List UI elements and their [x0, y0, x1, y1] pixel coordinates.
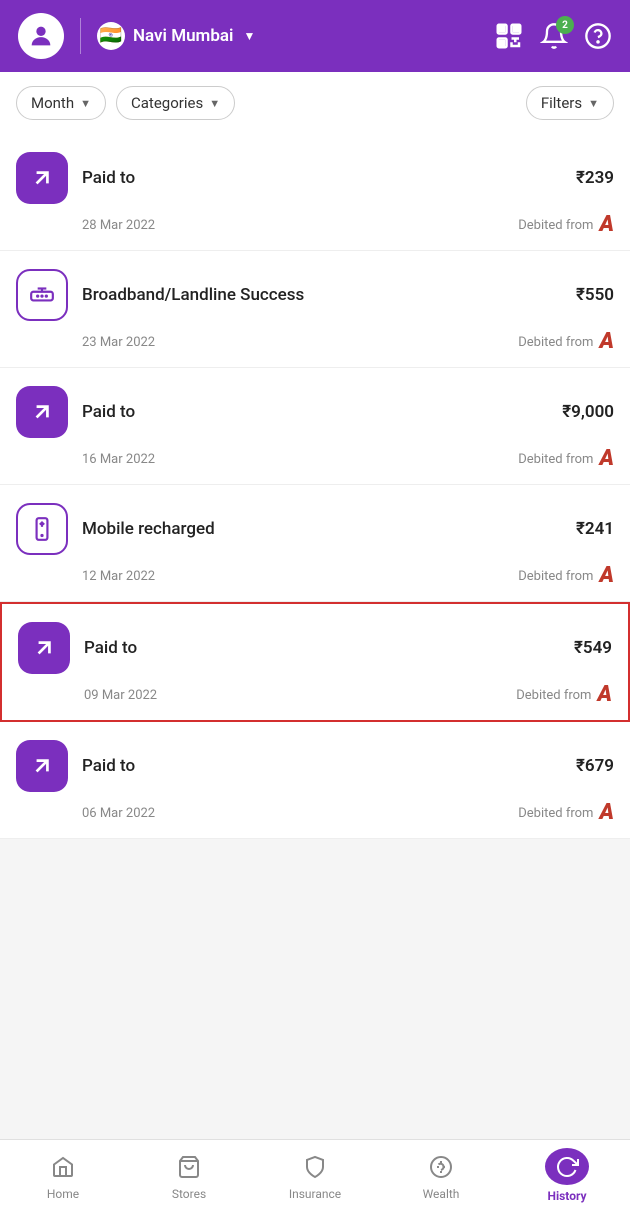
categories-filter[interactable]: Categories ▼	[116, 86, 235, 120]
header-divider	[80, 18, 81, 54]
nav-label-home: Home	[47, 1187, 79, 1201]
debit-label: Debited from	[516, 688, 591, 703]
transaction-date: 09 Mar 2022	[84, 688, 157, 703]
transaction-date: 28 Mar 2022	[82, 218, 155, 233]
debit-label: Debited from	[518, 218, 593, 233]
month-label: Month	[31, 94, 74, 112]
bank-logo: A	[599, 448, 614, 470]
nav-item-history[interactable]: History	[504, 1140, 630, 1211]
transaction-title: Paid to	[84, 638, 560, 658]
mobile-recharge-icon	[16, 503, 68, 555]
debit-info: Debited from A	[518, 448, 614, 470]
insurance-icon	[299, 1151, 331, 1183]
transaction-title: Paid to	[82, 756, 562, 776]
qr-code-button[interactable]	[494, 21, 524, 51]
stores-icon	[173, 1151, 205, 1183]
app-header: 🇮🇳 Navi Mumbai ▼ 2	[0, 0, 630, 72]
transaction-amount: ₹239	[576, 168, 614, 188]
home-icon	[47, 1151, 79, 1183]
avatar[interactable]	[18, 13, 64, 59]
transaction-list: Paid to ₹239 28 Mar 2022 Debited from A	[0, 134, 630, 839]
transaction-title: Paid to	[82, 168, 562, 188]
transaction-title: Broadband/Landline Success	[82, 285, 562, 305]
debit-label: Debited from	[518, 569, 593, 584]
notification-badge: 2	[556, 16, 574, 34]
bank-logo: A	[599, 565, 614, 587]
nav-label-history: History	[547, 1189, 586, 1203]
transaction-date: 06 Mar 2022	[82, 806, 155, 821]
transaction-amount: ₹679	[576, 756, 614, 776]
table-row[interactable]: Paid to ₹679 06 Mar 2022 Debited from A	[0, 722, 630, 839]
bank-logo: A	[597, 684, 612, 706]
wealth-icon	[425, 1151, 457, 1183]
transaction-date: 16 Mar 2022	[82, 452, 155, 467]
filters-button[interactable]: Filters ▼	[526, 86, 614, 120]
debit-info: Debited from A	[518, 802, 614, 824]
transaction-icon	[16, 386, 68, 438]
filter-bar: Month ▼ Categories ▼ Filters ▼	[0, 72, 630, 134]
transaction-amount: ₹9,000	[562, 402, 614, 422]
categories-chevron-icon: ▼	[209, 97, 220, 110]
filters-label: Filters	[541, 94, 582, 112]
categories-label: Categories	[131, 94, 203, 112]
nav-item-wealth[interactable]: Wealth	[378, 1140, 504, 1211]
header-actions: 2	[494, 21, 612, 51]
month-chevron-icon: ▼	[80, 97, 91, 110]
location-selector[interactable]: 🇮🇳 Navi Mumbai ▼	[97, 22, 484, 50]
transaction-icon	[16, 152, 68, 204]
month-filter[interactable]: Month ▼	[16, 86, 106, 120]
bank-logo: A	[599, 802, 614, 824]
bank-logo: A	[599, 331, 614, 353]
transaction-amount: ₹550	[576, 285, 614, 305]
nav-label-insurance: Insurance	[289, 1187, 341, 1201]
transaction-date: 23 Mar 2022	[82, 335, 155, 350]
transaction-icon	[16, 740, 68, 792]
help-button[interactable]	[584, 22, 612, 50]
bottom-navigation: Home Stores Insurance Wealth	[0, 1139, 630, 1211]
broadband-icon	[16, 269, 68, 321]
location-text: Navi Mumbai	[133, 26, 233, 46]
debit-label: Debited from	[518, 452, 593, 467]
debit-info: Debited from A	[518, 331, 614, 353]
flag-icon: 🇮🇳	[97, 22, 125, 50]
table-row[interactable]: Broadband/Landline Success ₹550 23 Mar 2…	[0, 251, 630, 368]
transaction-icon	[18, 622, 70, 674]
table-row[interactable]: Mobile recharged ₹241 12 Mar 2022 Debite…	[0, 485, 630, 602]
debit-label: Debited from	[518, 806, 593, 821]
table-row[interactable]: Paid to ₹9,000 16 Mar 2022 Debited from …	[0, 368, 630, 485]
transaction-amount: ₹241	[576, 519, 614, 539]
nav-item-stores[interactable]: Stores	[126, 1140, 252, 1211]
nav-item-home[interactable]: Home	[0, 1140, 126, 1211]
table-row[interactable]: Paid to ₹239 28 Mar 2022 Debited from A	[0, 134, 630, 251]
transaction-amount: ₹549	[574, 638, 612, 658]
debit-info: Debited from A	[518, 565, 614, 587]
nav-label-stores: Stores	[172, 1187, 206, 1201]
history-icon	[545, 1148, 589, 1185]
filters-chevron-icon: ▼	[588, 97, 599, 110]
location-chevron-icon: ▼	[243, 29, 255, 43]
transaction-title: Mobile recharged	[82, 519, 562, 539]
nav-item-insurance[interactable]: Insurance	[252, 1140, 378, 1211]
bank-logo: A	[599, 214, 614, 236]
transaction-date: 12 Mar 2022	[82, 569, 155, 584]
transaction-title: Paid to	[82, 402, 548, 422]
nav-label-wealth: Wealth	[423, 1187, 460, 1201]
notification-button[interactable]: 2	[540, 22, 568, 50]
table-row[interactable]: Paid to ₹549 09 Mar 2022 Debited from A	[0, 602, 630, 722]
debit-info: Debited from A	[516, 684, 612, 706]
debit-info: Debited from A	[518, 214, 614, 236]
debit-label: Debited from	[518, 335, 593, 350]
